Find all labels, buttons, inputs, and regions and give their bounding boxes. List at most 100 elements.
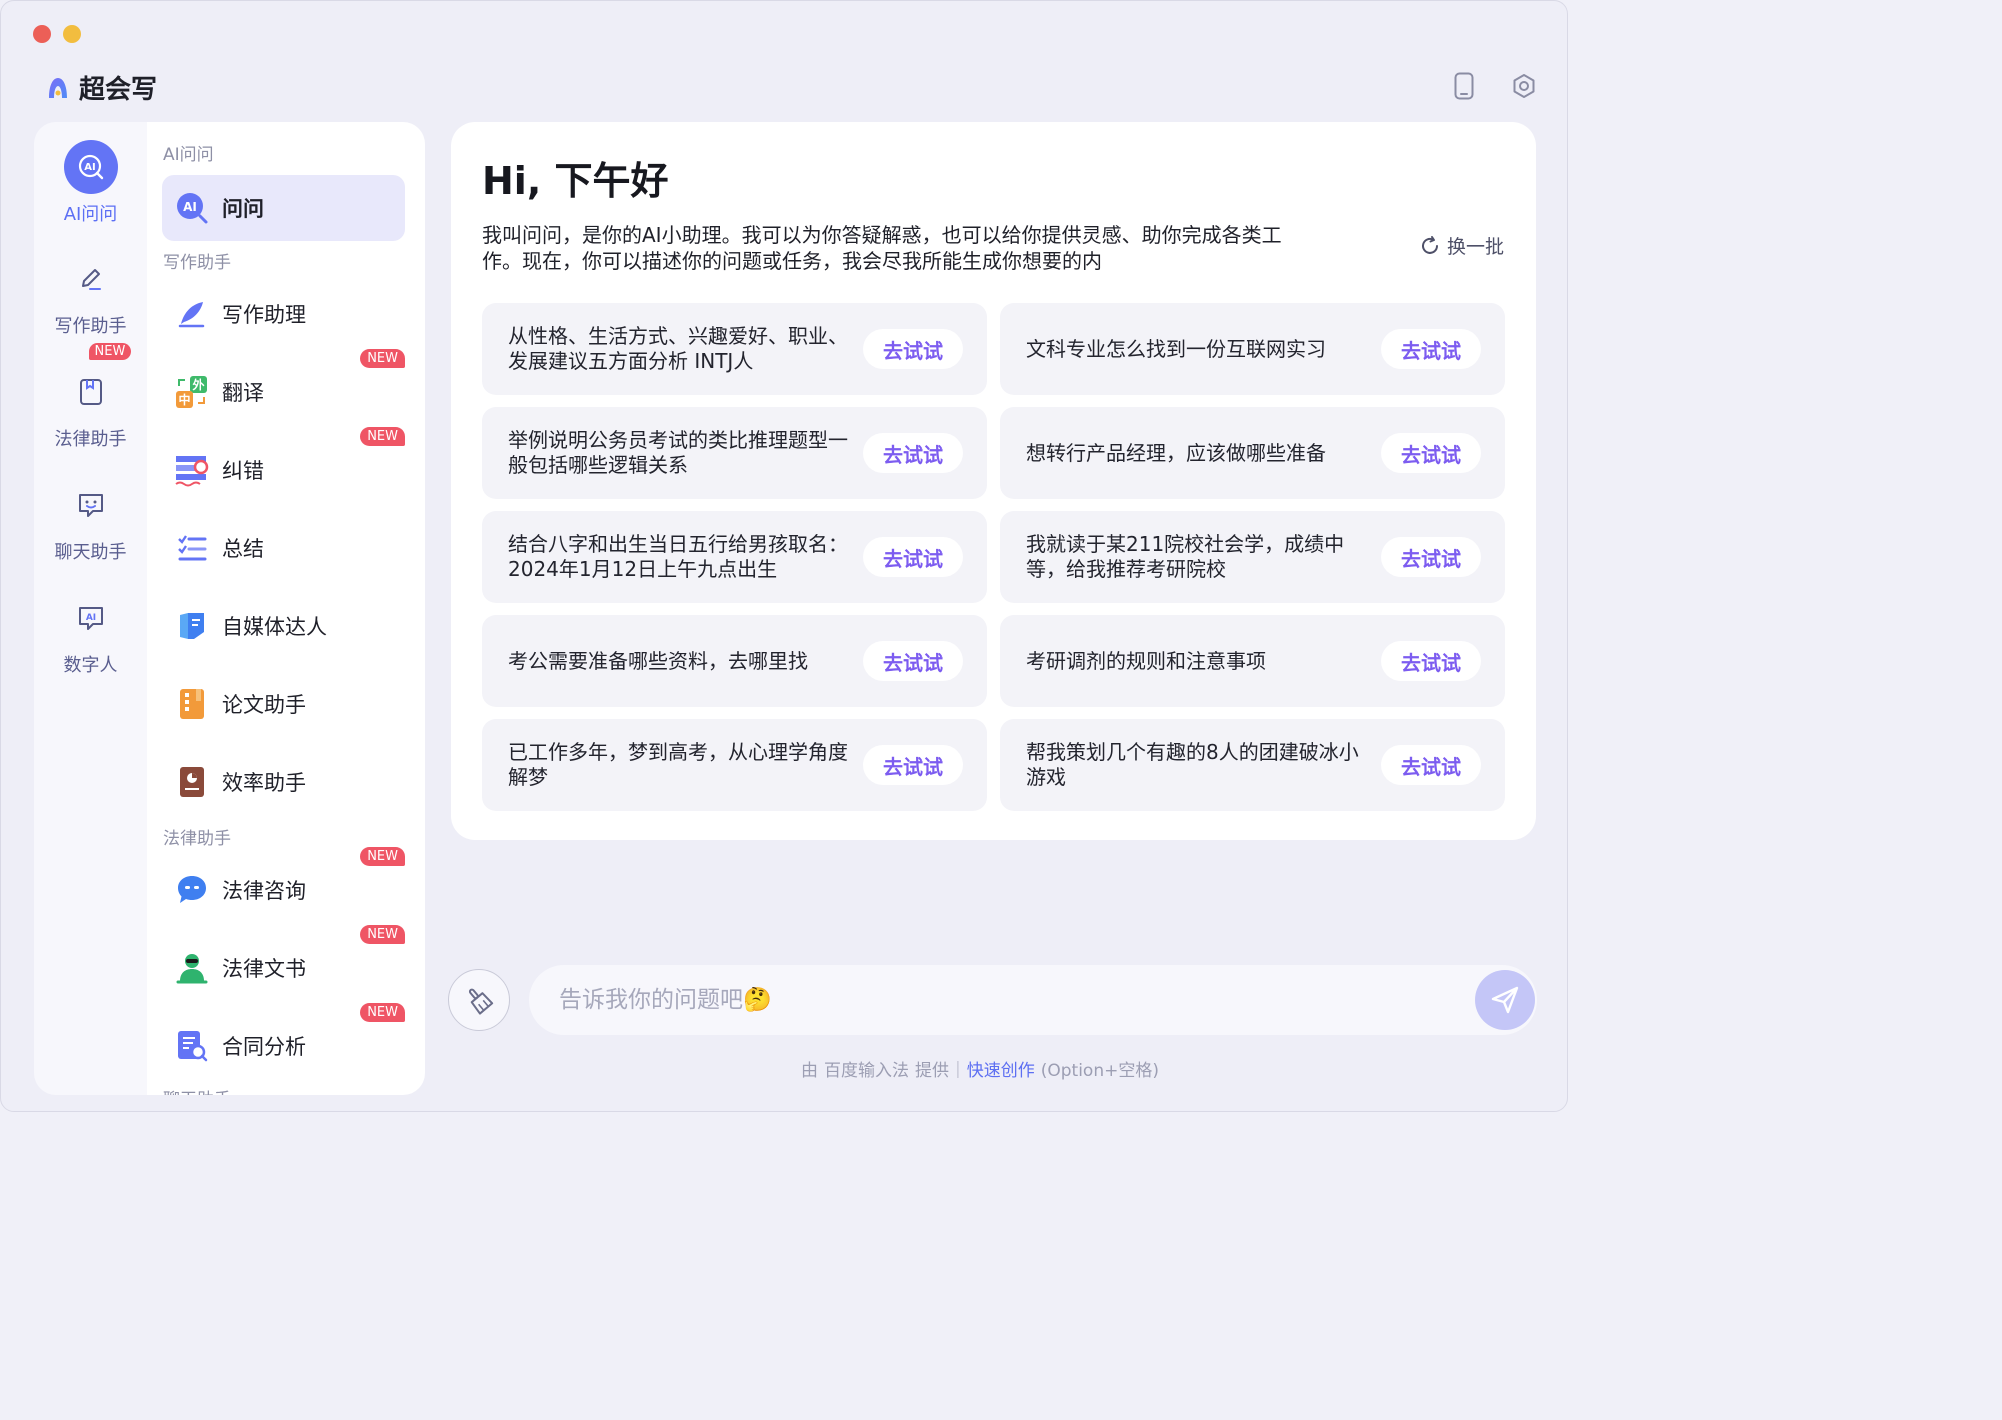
suggestion-text: 想转行产品经理，应该做哪些准备	[1026, 440, 1326, 465]
footer-shortcut: (Option+空格)	[1040, 1061, 1159, 1081]
try-button[interactable]: 去试试	[1381, 329, 1481, 369]
suggestion-card[interactable]: 从性格、生活方式、兴趣爱好、职业、发展建议五方面分析 INTJ人 去试试	[482, 303, 987, 395]
suggestion-text: 帮我策划几个有趣的8人的团建破冰小游戏	[1026, 740, 1359, 789]
suggestion-text: 我就读于某211院校社会学，成绩中等，给我推荐考研院校	[1026, 532, 1345, 581]
try-button[interactable]: 去试试	[1381, 641, 1481, 681]
sidebar-item-label: 问问	[222, 197, 264, 221]
footer-provided: 提供	[915, 1061, 949, 1081]
try-button[interactable]: 去试试	[863, 745, 963, 785]
feature-sidebar: AI问问 AI 问问 写作助手 写作助理 NEW 外中 翻译 NEW 纠错 总结…	[147, 122, 425, 1095]
suggestion-text: 结合八字和出生当日五行给男孩取名：2024年1月12日上午九点出生	[508, 532, 848, 581]
suggestion-text: 考研调剂的规则和注意事项	[1026, 648, 1266, 673]
sidebar-item-label: 翻译	[222, 381, 264, 405]
checklist-icon	[174, 530, 210, 566]
broom-icon	[468, 988, 494, 1015]
sidebar-item-label: 论文助手	[222, 693, 306, 717]
chat-face-icon	[64, 478, 118, 532]
app-title: 超会写	[45, 69, 157, 106]
refresh-label: 换一批	[1446, 236, 1504, 258]
question-input-box	[529, 965, 1537, 1035]
suggestion-card[interactable]: 文科专业怎么找到一份互联网实习 去试试	[1000, 303, 1505, 395]
sidebar-item-label: 总结	[222, 537, 264, 561]
rail-item-digital-human[interactable]: AI 数字人	[34, 591, 147, 677]
send-icon	[1491, 986, 1519, 1014]
suggestion-text: 已工作多年，梦到高考，从心理学角度解梦	[508, 740, 848, 789]
sidebar-item-label: 合同分析	[222, 1035, 306, 1059]
rail-item-label: 法律助手	[54, 429, 127, 450]
suggestion-card[interactable]: 帮我策划几个有趣的8人的团建破冰小游戏 去试试	[1000, 719, 1505, 811]
suggestion-card[interactable]: 想转行产品经理，应该做哪些准备 去试试	[1000, 407, 1505, 499]
sidebar-item-paper-assistant[interactable]: 论文助手	[162, 671, 405, 737]
app-window: 超会写 AI AI问问 写作助手 NEW 法律助手 聊天助手 AI 数字人 AI…	[0, 0, 1568, 1112]
ai-bubble-icon: AI	[64, 591, 118, 645]
question-input[interactable]	[559, 987, 1439, 1013]
book-icon: NEW	[64, 343, 132, 419]
try-button[interactable]: 去试试	[863, 433, 963, 473]
new-badge: NEW	[360, 1003, 405, 1022]
speech-bubble-icon	[174, 872, 210, 908]
refresh-button[interactable]: 换一批	[1419, 232, 1504, 259]
suggestion-card[interactable]: 考公需要准备哪些资料，去哪里找 去试试	[482, 615, 987, 707]
send-button[interactable]	[1475, 970, 1535, 1030]
try-button[interactable]: 去试试	[1381, 433, 1481, 473]
new-badge: NEW	[360, 427, 405, 446]
new-badge: NEW	[360, 349, 405, 368]
rail-item-label: AI问问	[63, 204, 118, 225]
paper-book-icon	[174, 686, 210, 722]
sidebar-item-legal-docs[interactable]: NEW 法律文书	[162, 925, 405, 1001]
section-title-ai: AI问问	[163, 145, 214, 165]
rail-item-chat[interactable]: 聊天助手	[34, 478, 147, 564]
suggestion-text: 考公需要准备哪些资料，去哪里找	[508, 648, 808, 673]
section-title-chat: 聊天助手	[163, 1085, 231, 1095]
minimize-window-button[interactable]	[63, 25, 81, 43]
try-button[interactable]: 去试试	[863, 537, 963, 577]
intro-text: 我叫问问，是你的AI小助理。我可以为你答疑解惑，也可以给你提供灵感、助你完成各类…	[482, 223, 1282, 273]
settings-icon[interactable]	[1511, 71, 1537, 101]
suggestion-text: 文科专业怎么找到一份互联网实习	[1026, 336, 1326, 361]
rail-item-writing[interactable]: 写作助手	[34, 252, 147, 338]
try-button[interactable]: 去试试	[1381, 537, 1481, 577]
sidebar-item-writing-assistant[interactable]: 写作助理	[162, 281, 405, 347]
rail-item-legal[interactable]: NEW 法律助手	[34, 343, 147, 451]
sidebar-item-contract-analysis[interactable]: NEW 合同分析	[162, 1003, 405, 1079]
sidebar-item-efficiency[interactable]: 效率助手	[162, 749, 405, 815]
sidebar-item-legal-consult[interactable]: NEW 法律咨询	[162, 847, 405, 923]
sidebar-item-correct[interactable]: NEW 纠错	[162, 427, 405, 503]
sidebar-item-summary[interactable]: 总结	[162, 515, 405, 581]
rail-item-label: 聊天助手	[54, 542, 127, 563]
suggestion-card[interactable]: 考研调剂的规则和注意事项 去试试	[1000, 615, 1505, 707]
app-logo-icon	[49, 77, 67, 98]
try-button[interactable]: 去试试	[1381, 745, 1481, 785]
quill-icon	[174, 296, 210, 332]
report-icon	[174, 764, 210, 800]
sidebar-item-translate[interactable]: NEW 外中 翻译	[162, 349, 405, 425]
clear-button[interactable]	[448, 969, 510, 1031]
suggestion-card[interactable]: 我就读于某211院校社会学，成绩中等，给我推荐考研院校 去试试	[1000, 511, 1505, 603]
close-window-button[interactable]	[33, 25, 51, 43]
suggestion-card[interactable]: 结合八字和出生当日五行给男孩取名：2024年1月12日上午九点出生 去试试	[482, 511, 987, 603]
translate-icon: 外中	[174, 374, 210, 410]
sidebar-item-media-expert[interactable]: 自媒体达人	[162, 593, 405, 659]
svg-text:AI: AI	[85, 613, 95, 623]
suggestion-card[interactable]: 已工作多年，梦到高考，从心理学角度解梦 去试试	[482, 719, 987, 811]
notebook-icon	[174, 608, 210, 644]
footer-provider: 百度输入法	[824, 1061, 909, 1081]
contract-search-icon	[174, 1028, 210, 1064]
new-badge: NEW	[360, 925, 405, 944]
footer-by: 由	[801, 1061, 818, 1081]
section-title-legal: 法律助手	[163, 829, 231, 849]
quick-create-link[interactable]: 快速创作	[967, 1056, 1035, 1081]
translate-icon-bottom: 中	[178, 392, 190, 407]
suggestion-card[interactable]: 举例说明公务员考试的类比推理题型一般包括哪些逻辑关系 去试试	[482, 407, 987, 499]
svg-text:AI: AI	[183, 200, 197, 214]
sidebar-item-wenwen[interactable]: AI 问问	[162, 175, 405, 241]
ai-chat-icon: AI	[63, 140, 118, 194]
main-panel: Hi, 下午好 我叫问问，是你的AI小助理。我可以为你答疑解惑，也可以给你提供灵…	[451, 122, 1536, 840]
try-button[interactable]: 去试试	[863, 329, 963, 369]
try-button[interactable]: 去试试	[863, 641, 963, 681]
phone-icon[interactable]	[1451, 71, 1477, 101]
rail-item-ai-wenwen[interactable]: AI AI问问	[34, 140, 147, 226]
sidebar-item-label: 法律咨询	[222, 879, 306, 903]
svg-text:AI: AI	[84, 162, 95, 173]
greeting-title: Hi, 下午好	[482, 159, 669, 203]
